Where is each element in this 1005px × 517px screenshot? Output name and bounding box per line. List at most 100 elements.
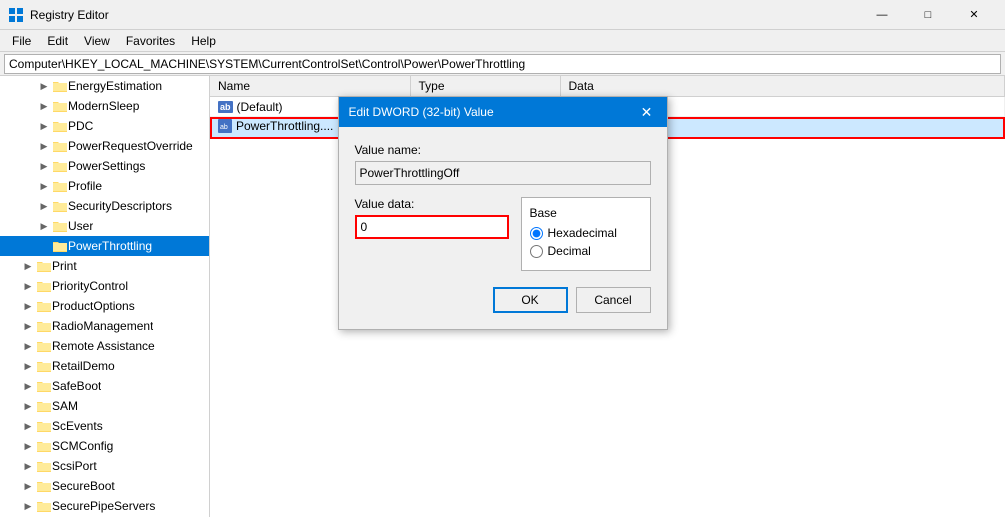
col-header-name: Name xyxy=(210,76,410,97)
tree-label: RadioManagement xyxy=(52,319,153,333)
expand-arrow: ▶ xyxy=(36,81,52,92)
tree-item-EnergyEstimation[interactable]: ▶ EnergyEstimation xyxy=(0,76,209,96)
folder-icon xyxy=(36,438,52,454)
tree-label: ScsiPort xyxy=(52,459,97,473)
title-bar: Registry Editor — □ ✕ xyxy=(0,0,1005,30)
tree-item-User[interactable]: ▶ User xyxy=(0,216,209,236)
tree-item-PriorityControl[interactable]: ▶ PriorityControl xyxy=(0,276,209,296)
base-section: Base Hexadecimal Decimal xyxy=(521,197,651,271)
tree-label: SecurityDescriptors xyxy=(68,199,172,213)
menu-help[interactable]: Help xyxy=(183,30,224,52)
folder-icon xyxy=(36,338,52,354)
tree-item-SAM[interactable]: ▶ SAM xyxy=(0,396,209,416)
decimal-radio-label[interactable]: Decimal xyxy=(530,244,642,258)
tree-label: PowerThrottling xyxy=(68,239,152,253)
folder-icon xyxy=(36,278,52,294)
edit-dword-dialog: Edit DWORD (32-bit) Value ✕ Value name: … xyxy=(338,96,668,330)
tree-label: ProductOptions xyxy=(52,299,135,313)
dialog-title: Edit DWORD (32-bit) Value xyxy=(349,105,494,119)
tree-label: SafeBoot xyxy=(52,379,101,393)
tree-item-PDC[interactable]: ▶ PDC xyxy=(0,116,209,136)
address-input[interactable] xyxy=(4,54,1001,74)
folder-icon xyxy=(36,378,52,394)
expand-arrow: ▶ xyxy=(20,361,36,372)
tree-item-PowerRequestOverride[interactable]: ▶ PowerRequestOverride xyxy=(0,136,209,156)
tree-item-SecurePipeServers[interactable]: ▶ SecurePipeServers xyxy=(0,496,209,516)
tree-label: Print xyxy=(52,259,77,273)
tree-item-SafeBoot[interactable]: ▶ SafeBoot xyxy=(0,376,209,396)
tree-label: PDC xyxy=(68,119,93,133)
tree-item-PowerSettings[interactable]: ▶ PowerSettings xyxy=(0,156,209,176)
window-title: Registry Editor xyxy=(30,8,859,22)
tree-item-ScsiPort[interactable]: ▶ ScsiPort xyxy=(0,456,209,476)
tree-label: SAM xyxy=(52,399,78,413)
window-controls: — □ ✕ xyxy=(859,0,997,30)
close-button[interactable]: ✕ xyxy=(951,0,997,30)
expand-arrow: ▶ xyxy=(20,461,36,472)
value-name-input[interactable] xyxy=(355,161,651,185)
tree-item-Profile[interactable]: ▶ Profile xyxy=(0,176,209,196)
address-bar xyxy=(0,52,1005,76)
menu-view[interactable]: View xyxy=(76,30,118,52)
expand-arrow: ▶ xyxy=(20,381,36,392)
tree-label: PowerRequestOverride xyxy=(68,139,193,153)
folder-icon xyxy=(52,218,68,234)
tree-item-RetailDemo[interactable]: ▶ RetailDemo xyxy=(0,356,209,376)
expand-arrow: ▶ xyxy=(20,501,36,512)
tree-item-SCMConfig[interactable]: ▶ SCMConfig xyxy=(0,436,209,456)
tree-item-PowerThrottling[interactable]: PowerThrottling xyxy=(0,236,209,256)
cancel-button[interactable]: Cancel xyxy=(576,287,651,313)
folder-icon xyxy=(52,198,68,214)
folder-icon xyxy=(36,258,52,274)
dialog-body: Value name: Value data: Base Hexadecimal xyxy=(339,127,667,329)
tree-label: ModernSleep xyxy=(68,99,139,113)
folder-icon xyxy=(36,418,52,434)
menu-file[interactable]: File xyxy=(4,30,39,52)
menu-edit[interactable]: Edit xyxy=(39,30,76,52)
tree-label: PriorityControl xyxy=(52,279,128,293)
expand-arrow: ▶ xyxy=(20,321,36,332)
expand-arrow: ▶ xyxy=(36,201,52,212)
tree-item-RemoteAssistance[interactable]: ▶ Remote Assistance xyxy=(0,336,209,356)
hexadecimal-radio-label[interactable]: Hexadecimal xyxy=(530,226,642,240)
tree-label: SecureBoot xyxy=(52,479,115,493)
tree-item-ProductOptions[interactable]: ▶ ProductOptions xyxy=(0,296,209,316)
minimize-button[interactable]: — xyxy=(859,0,905,30)
dialog-close-button[interactable]: ✕ xyxy=(637,102,657,122)
tree-item-ModernSleep[interactable]: ▶ ModernSleep xyxy=(0,96,209,116)
expand-arrow: ▶ xyxy=(20,341,36,352)
folder-icon xyxy=(36,358,52,374)
ok-button[interactable]: OK xyxy=(493,287,568,313)
expand-arrow: ▶ xyxy=(36,121,52,132)
hexadecimal-radio[interactable] xyxy=(530,227,543,240)
expand-arrow: ▶ xyxy=(20,421,36,432)
svg-text:ab: ab xyxy=(220,124,228,131)
folder-icon xyxy=(36,398,52,414)
expand-arrow: ▶ xyxy=(36,221,52,232)
expand-arrow: ▶ xyxy=(20,401,36,412)
folder-icon xyxy=(52,158,68,174)
app-icon xyxy=(8,7,24,23)
value-data-label: Value data: xyxy=(355,197,509,211)
tree-item-Print[interactable]: ▶ Print xyxy=(0,256,209,276)
decimal-label: Decimal xyxy=(548,244,591,258)
dialog-title-bar: Edit DWORD (32-bit) Value ✕ xyxy=(339,97,667,127)
tree-label: PowerSettings xyxy=(68,159,145,173)
tree-label: User xyxy=(68,219,93,233)
value-data-section: Value data: xyxy=(355,197,509,239)
maximize-button[interactable]: □ xyxy=(905,0,951,30)
expand-arrow: ▶ xyxy=(36,101,52,112)
tree-item-RadioManagement[interactable]: ▶ RadioManagement xyxy=(0,316,209,336)
tree-label: ScEvents xyxy=(52,419,103,433)
tree-item-SecurityDescriptors[interactable]: ▶ SecurityDescriptors xyxy=(0,196,209,216)
tree-item-SecureBoot[interactable]: ▶ SecureBoot xyxy=(0,476,209,496)
tree-label: Profile xyxy=(68,179,102,193)
menu-bar: File Edit View Favorites Help xyxy=(0,30,1005,52)
tree-label: Remote Assistance xyxy=(52,339,155,353)
value-data-input[interactable] xyxy=(355,215,509,239)
reg-dword-icon: ab xyxy=(218,119,232,133)
tree-item-ScEvents[interactable]: ▶ ScEvents xyxy=(0,416,209,436)
tree-label: EnergyEstimation xyxy=(68,79,162,93)
decimal-radio[interactable] xyxy=(530,245,543,258)
menu-favorites[interactable]: Favorites xyxy=(118,30,183,52)
